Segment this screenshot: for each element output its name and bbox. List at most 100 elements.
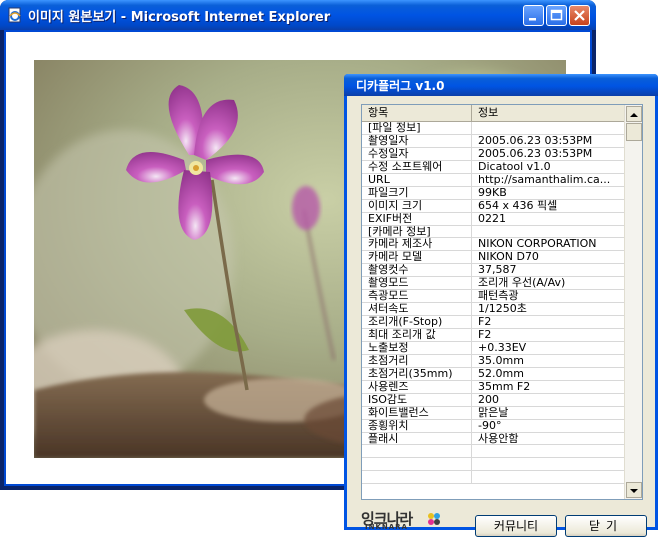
table-row[interactable]: 측광모드 패턴측광 (362, 290, 624, 304)
row-item-value: http://samanthalim.ca... (478, 173, 611, 186)
table-row[interactable] (362, 458, 624, 472)
row-item-value: 37,587 (478, 264, 517, 277)
row-item-label (362, 445, 472, 458)
row-item-value (472, 458, 624, 470)
row-item-value: +0.33EV (478, 341, 527, 354)
scroll-up-button[interactable] (626, 106, 642, 122)
row-item-value: F2 (478, 316, 492, 329)
table-row[interactable]: ISO감도 200 (362, 393, 624, 407)
column-header-info[interactable]: 정보 (472, 105, 624, 121)
row-item-label: 셔터속도 (362, 303, 472, 316)
close-window-button[interactable] (569, 5, 590, 26)
row-item-value (472, 471, 624, 483)
table-rows: [파일 정보] 촬영일자 2005.06.23 03:53PM 수정일자 2005.06… (362, 122, 624, 485)
arrow-down-icon (630, 489, 638, 493)
row-item-label (362, 471, 472, 484)
vertical-scrollbar[interactable] (624, 105, 642, 499)
table-row[interactable]: 카메라 모델 NIKON D70 (362, 251, 624, 265)
table-row[interactable]: 수정일자 2005.06.23 03:53PM (362, 147, 624, 161)
table-row[interactable]: 조리개(F-Stop) F2 (362, 316, 624, 329)
row-item-label: 플래시 (362, 432, 472, 445)
color-dots-icon (428, 513, 440, 525)
table-row[interactable]: 종횡위치 -90° (362, 419, 624, 433)
table-row[interactable]: 수정 소프트웨어 Dicatool v1.0 (362, 160, 624, 174)
row-item-label: ISO감도 (362, 393, 472, 406)
row-item-value: Dicatool v1.0 (478, 160, 551, 173)
row-item-value: 맑은날 (478, 406, 509, 419)
row-item-label: URL (362, 173, 472, 186)
table-row[interactable]: 카메라 제조사 NIKON CORPORATION (362, 238, 624, 252)
minimize-icon (529, 18, 536, 21)
community-button[interactable]: 커뮤니티 (475, 515, 557, 537)
row-item-label: 측광모드 (362, 290, 472, 303)
row-item-label: [파일 정보] (362, 122, 472, 134)
row-item-value (472, 122, 624, 134)
row-item-label: [카메라 정보] (362, 225, 472, 238)
column-header-item[interactable]: 항목 (362, 105, 472, 121)
table-row[interactable]: 이미지 크기 654 x 436 픽셀 (362, 199, 624, 213)
row-item-label: 종횡위치 (362, 419, 472, 432)
row-item-label: EXIF버전 (362, 212, 472, 225)
table-row[interactable]: URL http://samanthalim.ca... (362, 173, 624, 187)
row-item-label: 초점거리 (362, 354, 472, 367)
table-row[interactable]: 최대 조리개 값 F2 (362, 329, 624, 342)
maximize-button[interactable] (546, 5, 567, 26)
inknara-logo: 잉크나라 INKNARA (361, 508, 451, 534)
maximize-icon (550, 9, 563, 21)
row-item-value: NIKON CORPORATION (478, 238, 597, 251)
table-row[interactable]: 촬영컷수 37,587 (362, 264, 624, 278)
dica-plugin-window: 디카플러그 v1.0 항목 정보 [파일 정보] 촬영일자 2005.06.23 0… (344, 74, 658, 537)
row-item-label: 조리개(F-Stop) (362, 316, 472, 329)
row-item-label: 촬영컷수 (362, 264, 472, 277)
minimize-button[interactable] (523, 5, 544, 26)
row-item-value: 35.0mm (478, 354, 524, 367)
table-row[interactable]: 셔터속도 1/1250초 (362, 303, 624, 317)
logo-subtext: INKNARA (365, 523, 408, 531)
row-item-label: 화이트밸런스 (362, 406, 472, 419)
scroll-thumb[interactable] (626, 123, 642, 141)
ie-titlebar[interactable]: 이미지 원본보기 - Microsoft Internet Explorer (0, 0, 596, 30)
row-item-value: 52.0mm (478, 367, 524, 380)
close-icon (574, 10, 585, 21)
row-item-label: 촬영모드 (362, 277, 472, 290)
ie-window-title: 이미지 원본보기 - Microsoft Internet Explorer (28, 10, 331, 25)
row-item-label: 사용렌즈 (362, 380, 472, 393)
row-item-label: 카메라 제조사 (362, 238, 472, 251)
row-item-value: 654 x 436 픽셀 (478, 199, 558, 212)
row-item-value: F2 (478, 329, 492, 341)
table-row[interactable]: 파일크기 99KB (362, 186, 624, 200)
table-row[interactable]: 촬영모드 조리개 우선(A/Av) (362, 277, 624, 291)
row-item-value: 2005.06.23 03:53PM (478, 147, 593, 160)
table-row[interactable]: 촬영일자 2005.06.23 03:53PM (362, 134, 624, 148)
exif-info-table: 항목 정보 [파일 정보] 촬영일자 2005.06.23 03:53PM 수정일자 2… (361, 104, 643, 500)
row-item-label: 파일크기 (362, 186, 472, 199)
row-item-value: 35mm F2 (478, 380, 531, 393)
table-header: 항목 정보 (362, 105, 624, 122)
table-row[interactable]: 플래시 사용안함 (362, 432, 624, 446)
ie-page-icon (8, 7, 21, 23)
scroll-down-button[interactable] (626, 482, 642, 498)
plugin-titlebar[interactable]: 디카플러그 v1.0 (344, 74, 658, 96)
table-row[interactable]: 화이트밸런스 맑은날 (362, 406, 624, 420)
arrow-up-icon (630, 113, 638, 117)
table-row[interactable] (362, 445, 624, 459)
plugin-title: 디카플러그 v1.0 (356, 79, 445, 93)
table-row[interactable] (362, 471, 624, 485)
table-row[interactable]: EXIF버전 0221 (362, 212, 624, 226)
row-item-label: 수정일자 (362, 147, 472, 160)
row-item-label: 초점거리(35mm) (362, 367, 472, 380)
plugin-body: 항목 정보 [파일 정보] 촬영일자 2005.06.23 03:53PM 수정일자 2… (347, 96, 655, 537)
row-item-label (362, 458, 472, 471)
row-item-value (472, 226, 624, 238)
table-row[interactable]: 사용렌즈 35mm F2 (362, 380, 624, 394)
table-row[interactable]: [파일 정보] (362, 122, 624, 135)
row-item-label: 촬영일자 (362, 134, 472, 147)
table-row[interactable]: 초점거리(35mm) 52.0mm (362, 367, 624, 381)
table-row[interactable]: [카메라 정보] (362, 225, 624, 239)
row-item-value (472, 445, 624, 457)
table-row[interactable]: 노출보정 +0.33EV (362, 341, 624, 355)
close-button[interactable]: 닫기 (565, 515, 647, 537)
row-item-value: 패턴측광 (478, 290, 519, 303)
row-item-label: 최대 조리개 값 (362, 329, 472, 341)
table-row[interactable]: 초점거리 35.0mm (362, 354, 624, 368)
